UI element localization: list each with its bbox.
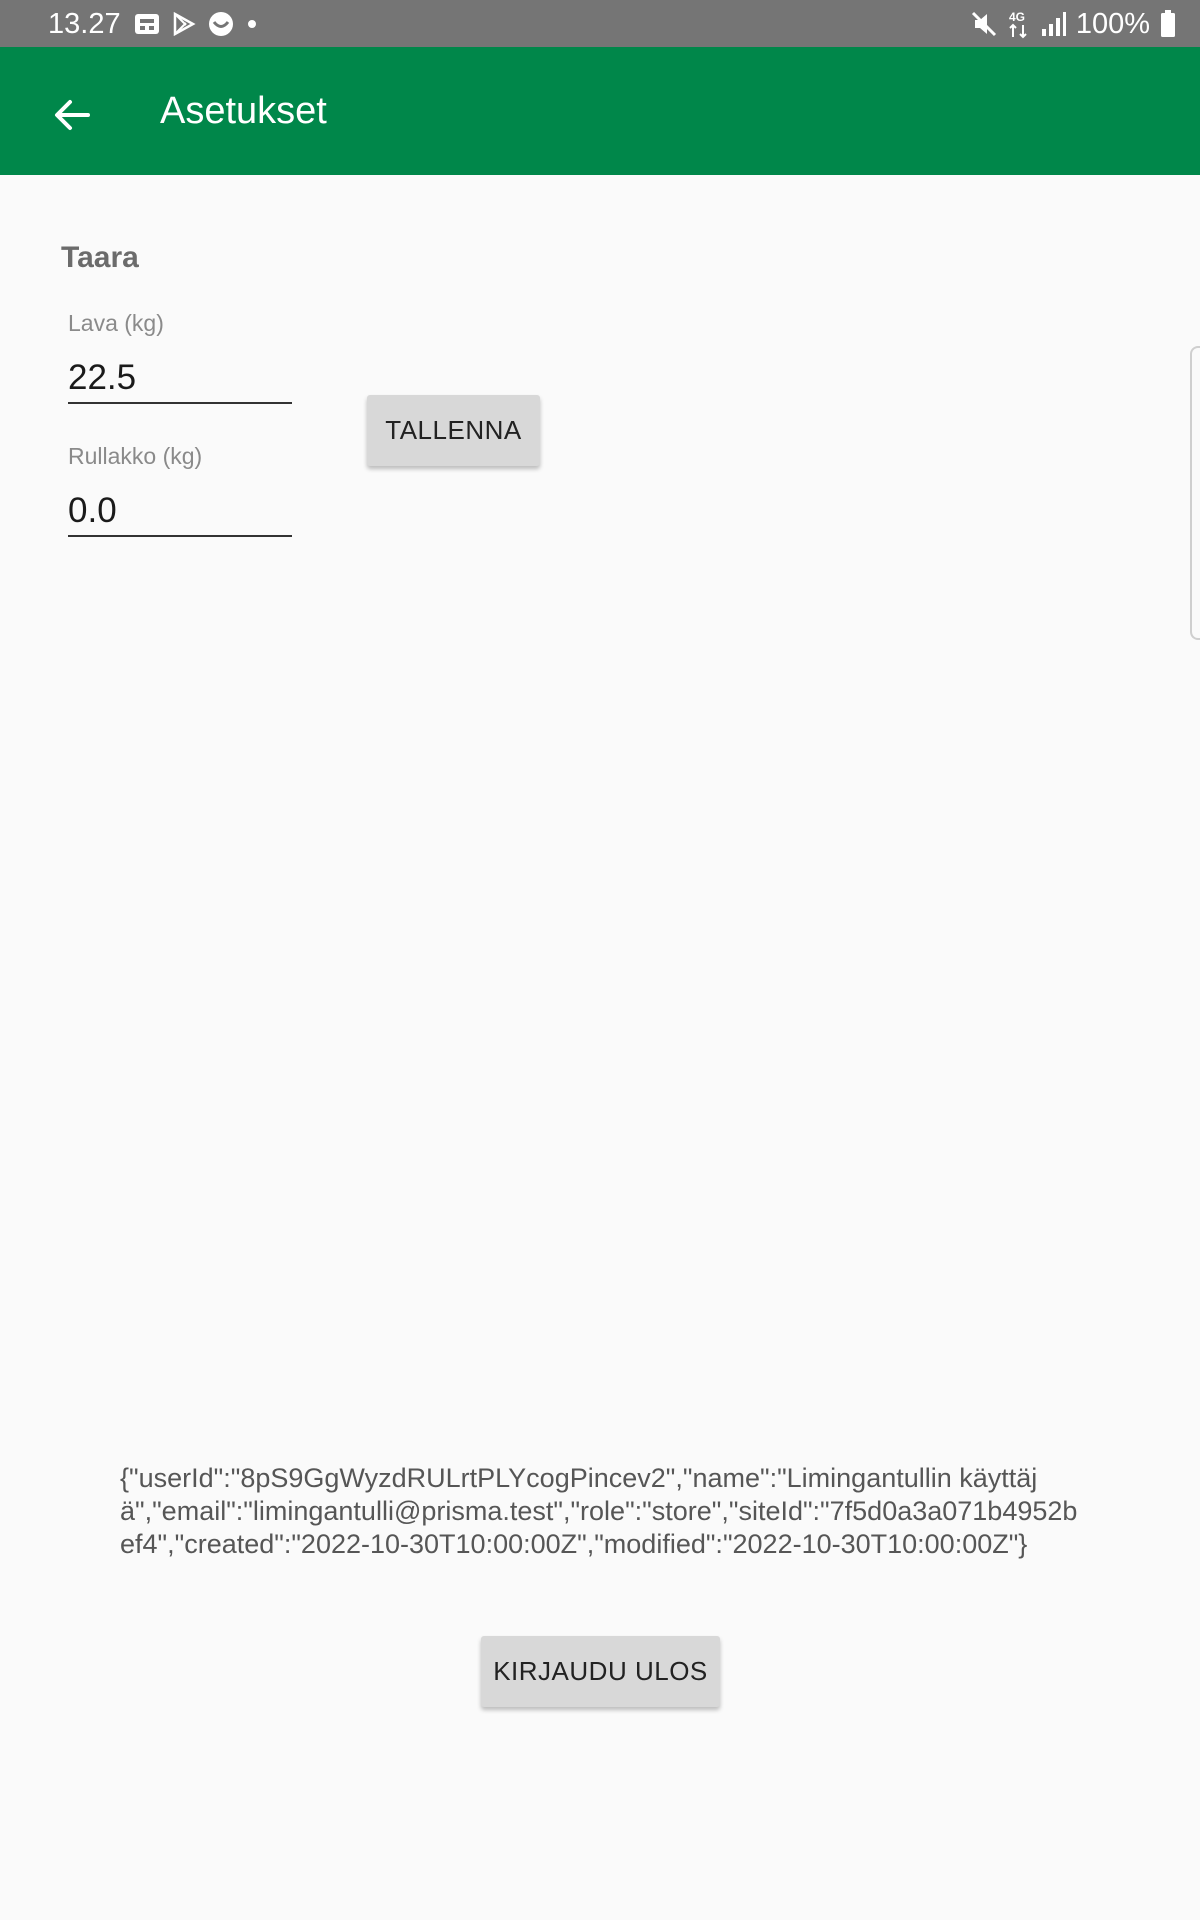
back-button[interactable] (44, 87, 100, 143)
play-store-icon (173, 12, 196, 36)
rullakko-label: Rullakko (kg) (68, 443, 203, 469)
arrow-back-icon (55, 100, 90, 130)
scroll-indicator[interactable] (1190, 346, 1200, 640)
battery-percent: 100% (1075, 8, 1150, 40)
logout-button[interactable]: KIRJAUDU ULOS (481, 1636, 720, 1707)
mute-icon (971, 11, 996, 37)
lava-input[interactable] (68, 354, 292, 404)
save-button[interactable]: TALLENNA (367, 395, 540, 466)
dot-icon (248, 20, 256, 28)
signal-icon (1041, 12, 1066, 36)
page-title: Asetukset (160, 90, 327, 132)
network-4g-icon: 4G (1009, 10, 1027, 39)
screenshot-icon (135, 14, 159, 34)
app-icon (209, 12, 233, 36)
status-bar: 13.27 4G 100% (0, 0, 1200, 47)
app-bar: Asetukset (0, 47, 1200, 175)
status-time: 13.27 (48, 8, 121, 40)
status-icons-left (134, 11, 258, 37)
battery-icon (1161, 10, 1175, 37)
svg-text:4G: 4G (1009, 10, 1025, 24)
section-title-taara: Taara (61, 241, 139, 274)
user-json-text: {"userId":"8pS9GgWyzdRULrtPLYcogPincev2"… (120, 1463, 1078, 1559)
lava-label: Lava (kg) (68, 310, 164, 336)
status-icons-right: 4G 100% (970, 8, 1176, 40)
rullakko-input[interactable] (68, 487, 292, 537)
